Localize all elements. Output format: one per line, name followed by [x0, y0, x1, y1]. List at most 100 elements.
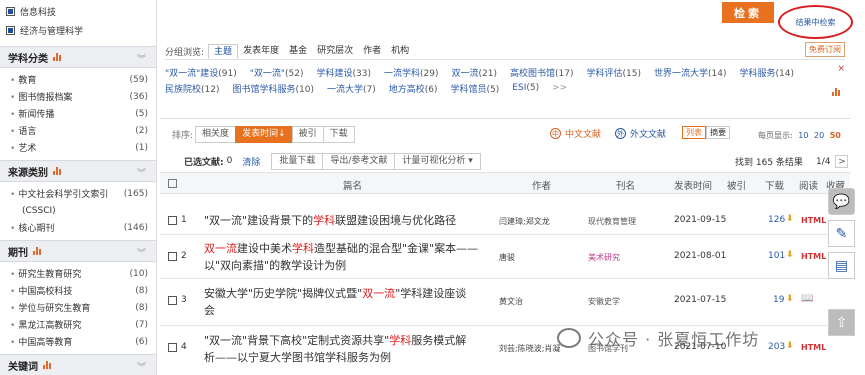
list-item[interactable]: 语言 (2) — [0, 122, 156, 139]
topic-tag[interactable]: 图书馆学科服务(10) — [233, 82, 315, 95]
back-to-top-icon[interactable]: ⇧ — [828, 309, 855, 336]
topic-tag[interactable]: "双一流"建设(91) — [165, 66, 237, 79]
html-read-button[interactable]: HTML — [801, 343, 826, 352]
list-item[interactable]: 中国高等教育 (6) — [0, 333, 156, 350]
download-count[interactable]: 101 — [768, 251, 785, 261]
search-button[interactable]: 检索 — [722, 2, 774, 23]
bar-chart-icon[interactable] — [33, 247, 44, 255]
foreign-literature-toggle[interactable]: 外 外文文献 — [615, 127, 666, 140]
row-checkbox[interactable] — [168, 343, 177, 352]
check-row[interactable]: 经济与管理科学 — [6, 21, 156, 40]
free-subscribe-button[interactable]: 免费订阅 — [805, 42, 845, 57]
list-item[interactable]: 中国高校科技 (8) — [0, 282, 156, 299]
clear-link[interactable]: 清除 — [242, 155, 260, 168]
article-title-link[interactable]: 安徽大学"历史学院"揭牌仪式暨"双一流"学科建设座谈会 — [204, 285, 499, 319]
feedback-icon[interactable]: 💬 — [828, 188, 855, 215]
close-icon[interactable]: × — [837, 64, 845, 74]
tab-fund[interactable]: 基金 — [284, 44, 312, 59]
journal-link[interactable]: 美术研究 — [588, 252, 620, 263]
list-item-continued[interactable]: (CSSCI) — [0, 202, 156, 219]
list-item[interactable]: 学位与研究生教育 (8) — [0, 299, 156, 316]
article-title-link[interactable]: "双一流"建设背景下的学科联盟建设困境与优化路径 — [204, 212, 499, 229]
list-item[interactable]: 教育 (59) — [0, 71, 156, 88]
topic-tag[interactable]: 学科评估(15) — [587, 66, 642, 79]
sort-relevance-button[interactable]: 相关度 — [195, 126, 237, 143]
list-item[interactable]: 黑龙江高教研究 (7) — [0, 316, 156, 333]
topic-tag[interactable]: 学科建设(33) — [317, 66, 372, 79]
more-tags-link[interactable]: >> — [552, 83, 567, 93]
row-checkbox[interactable] — [168, 296, 177, 305]
author-link[interactable]: 闫建璋;郑文龙 — [499, 216, 589, 227]
topic-tag[interactable]: "双一流"(52) — [250, 66, 304, 79]
list-item[interactable]: 中文社会科学引文索引 (165) — [0, 185, 156, 202]
abstract-view-button[interactable]: 摘要 — [706, 126, 730, 139]
sort-cited-button[interactable]: 被引 — [291, 126, 324, 143]
topic-tag[interactable]: 学科服务(14) — [740, 66, 795, 79]
journal-link[interactable]: 安徽史学 — [588, 296, 620, 307]
topic-tag[interactable]: 地方高校(6) — [389, 82, 438, 95]
chevron-down-icon[interactable]: ︾ — [137, 166, 146, 179]
next-page-button[interactable]: > — [835, 155, 849, 168]
sort-download-button[interactable]: 下载 — [322, 126, 355, 143]
visualization-dropdown[interactable]: 计量可视化分析 ▾ — [394, 152, 481, 170]
header-cited[interactable]: 被引 — [727, 178, 746, 192]
section-header-keyword[interactable]: 关键词 ︾ — [0, 354, 156, 375]
download-count[interactable]: 203 — [768, 342, 785, 352]
book-icon[interactable]: 📖 — [801, 293, 813, 304]
section-header-source[interactable]: 来源类别 ︾ — [0, 160, 156, 182]
download-icon[interactable]: ⬇ — [786, 294, 794, 304]
document-icon[interactable]: ▤ — [828, 252, 855, 279]
list-view-button[interactable]: 列表 — [682, 126, 706, 139]
bar-chart-icon[interactable] — [832, 88, 842, 96]
per-page-20[interactable]: 20 — [814, 131, 824, 140]
article-title-link[interactable]: 双一流建设中美术学科造型基础的混合型"金课"案本—— 以"双向素描"的教学设计为例 — [204, 240, 499, 274]
download-count[interactable]: 126 — [768, 215, 785, 225]
chinese-literature-toggle[interactable]: 中 中文文献 — [550, 127, 601, 140]
topic-tag[interactable]: 世界一流大学(14) — [654, 66, 727, 79]
topic-tag[interactable]: 双一流(21) — [452, 66, 498, 79]
header-download[interactable]: 下载 — [765, 178, 784, 192]
author-link[interactable]: 唐骏 — [499, 252, 589, 263]
select-all-checkbox[interactable] — [168, 179, 177, 188]
download-icon[interactable]: ⬇ — [786, 341, 794, 351]
per-page-50[interactable]: 50 — [830, 131, 841, 140]
list-item[interactable]: 图书情报档案 (36) — [0, 88, 156, 105]
bar-chart-icon[interactable] — [53, 53, 64, 61]
topic-tag[interactable]: 民族院校(12) — [165, 82, 220, 95]
checkbox[interactable] — [6, 26, 15, 35]
html-read-button[interactable]: HTML — [801, 252, 826, 261]
topic-tag[interactable]: 一流学科(29) — [384, 66, 439, 79]
tab-topic[interactable]: 主题 — [208, 44, 239, 59]
list-item[interactable]: 研究生教育研究 (10) — [0, 265, 156, 282]
journal-link[interactable]: 现代教育管理 — [588, 216, 636, 227]
batch-download-button[interactable]: 批量下载 — [271, 152, 324, 170]
sort-date-button[interactable]: 发表时间↓ — [235, 126, 293, 143]
per-page-10[interactable]: 10 — [798, 131, 808, 140]
section-header-subject[interactable]: 学科分类 ︾ — [0, 46, 156, 68]
row-checkbox[interactable] — [168, 252, 177, 261]
bar-chart-icon[interactable] — [53, 167, 64, 175]
export-button[interactable]: 导出/参考文献 — [322, 152, 396, 170]
chevron-down-icon[interactable]: ︾ — [137, 246, 146, 259]
check-row[interactable]: 信息科技 — [6, 2, 156, 21]
download-icon[interactable]: ⬇ — [786, 214, 794, 224]
chevron-down-icon[interactable]: ︾ — [137, 360, 146, 373]
row-checkbox[interactable] — [168, 216, 177, 225]
topic-tag[interactable]: 高校图书馆(17) — [510, 66, 574, 79]
list-item[interactable]: 新闻传播 (5) — [0, 105, 156, 122]
topic-tag[interactable]: 学科馆员(5) — [451, 82, 500, 95]
tab-level[interactable]: 研究层次 — [312, 44, 358, 59]
section-header-journal[interactable]: 期刊 ︾ — [0, 240, 156, 262]
download-count[interactable]: 19 — [773, 295, 784, 305]
html-read-button[interactable]: HTML — [801, 216, 826, 225]
topic-tag[interactable]: 一流大学(7) — [327, 82, 376, 95]
header-date[interactable]: 发表时间 — [674, 178, 712, 192]
list-item[interactable]: 艺术 (1) — [0, 139, 156, 156]
chevron-down-icon[interactable]: ︾ — [137, 52, 146, 65]
bar-chart-icon[interactable] — [43, 361, 54, 369]
article-title-link[interactable]: "双一流"背景下高校"定制式资源共享"学科服务模式解 析——以宁夏大学图书馆学科服… — [204, 332, 499, 366]
checkbox[interactable] — [6, 7, 15, 16]
search-within-results-link[interactable]: 结果中检索 — [778, 5, 853, 39]
edit-icon[interactable]: ✎ — [828, 220, 855, 247]
tab-institution[interactable]: 机构 — [386, 44, 414, 59]
